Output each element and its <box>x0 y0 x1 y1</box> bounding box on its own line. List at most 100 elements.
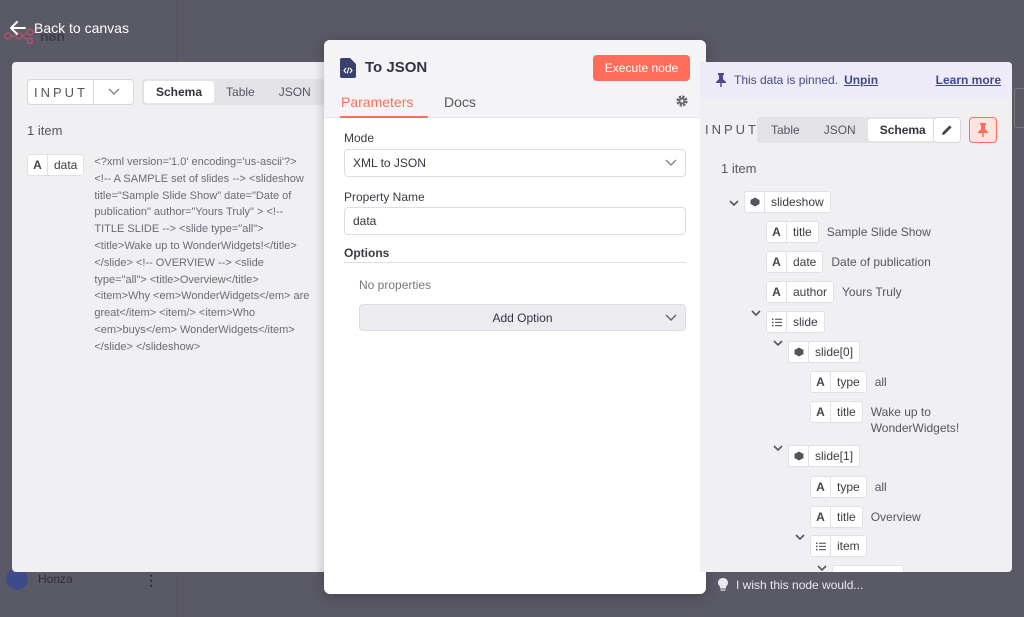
chevron-down-icon[interactable] <box>728 197 740 209</box>
output-selector-label: INPUT <box>705 122 759 137</box>
arrow-left-icon <box>10 21 26 35</box>
execute-node-button[interactable]: Execute node <box>593 55 690 81</box>
chevron-down-icon[interactable] <box>750 307 762 319</box>
tab-docs[interactable]: Docs <box>444 94 476 116</box>
text-type-icon: A <box>767 282 787 302</box>
text-type-icon: A <box>811 507 831 527</box>
tree-row-slide-1-type: A type all <box>810 476 887 498</box>
tab-parameters[interactable]: Parameters <box>340 94 428 118</box>
pencil-icon <box>942 125 952 135</box>
input-node-select[interactable]: INPUT <box>27 79 134 105</box>
tree-row-slide: slide <box>766 311 833 333</box>
tree-pill-slideshow[interactable]: slideshow <box>744 191 831 213</box>
tree-pill-title[interactable]: A title <box>766 221 819 243</box>
mode-select[interactable]: XML to JSON <box>344 149 686 177</box>
learn-more-link[interactable]: Learn more <box>936 73 1001 87</box>
user-name: Honza <box>38 572 73 586</box>
output-tab-schema[interactable]: Schema <box>867 119 938 141</box>
input-field-pill[interactable]: A data <box>27 154 85 176</box>
tree-pill-slide-0[interactable]: slide[0] <box>788 341 861 363</box>
tree-row-slide-1: slide[1] <box>788 445 868 467</box>
tree-pill-type[interactable]: A type <box>810 371 867 393</box>
input-tab-schema[interactable]: Schema <box>144 81 215 103</box>
node-header: To JSON Execute node Parameters Docs <box>324 40 706 118</box>
tree-pill-author[interactable]: A author <box>766 281 835 303</box>
tree-name: slide[0] <box>815 345 854 359</box>
chevron-down-icon[interactable] <box>772 337 784 349</box>
feedback-prompt[interactable]: I wish this node would... <box>718 578 863 592</box>
chevron-down-icon <box>94 88 133 96</box>
tree-name: slide[1] <box>815 449 854 463</box>
tree-name: title <box>837 405 856 419</box>
chevron-down-icon[interactable] <box>816 562 828 572</box>
no-properties-text: No properties <box>359 278 432 292</box>
object-icon <box>745 192 765 212</box>
lightbulb-icon <box>718 578 728 591</box>
tree-row-slideshow: slideshow <box>744 191 839 213</box>
tree-pill-type[interactable]: A type <box>810 476 867 498</box>
tree-value: Sample Slide Show <box>826 225 931 239</box>
node-title: To JSON <box>365 59 428 76</box>
tree-name: type <box>837 375 860 389</box>
kebab-menu-icon[interactable]: ⋮ <box>144 572 158 589</box>
property-name-value: data <box>353 214 377 228</box>
tree-value: Date of publication <box>831 255 931 269</box>
add-option-button[interactable]: Add Option <box>359 304 686 331</box>
feedback-label: I wish this node would... <box>736 578 864 592</box>
tree-row-title: A title Sample Slide Show <box>766 221 931 243</box>
text-type-icon: A <box>767 252 787 272</box>
tree-row-author: A author Yours Truly <box>766 281 902 303</box>
edit-output-button[interactable] <box>933 117 961 143</box>
back-to-canvas-label: Back to canvas <box>34 20 129 36</box>
property-name-input[interactable]: data <box>344 207 686 235</box>
output-tab-json[interactable]: JSON <box>812 119 868 141</box>
tree-pill-item[interactable]: item <box>810 535 867 557</box>
pinned-text: This data is pinned. <box>734 73 839 87</box>
chevron-down-icon[interactable] <box>772 442 784 454</box>
pin-icon <box>716 73 726 87</box>
tree-row-slide-0: slide[0] <box>788 341 868 363</box>
tree-pill-date[interactable]: A date <box>766 251 824 273</box>
back-to-canvas-link[interactable]: Back to canvas <box>10 20 129 36</box>
mode-label: Mode <box>344 131 375 145</box>
object-icon <box>789 342 809 362</box>
tree-row-slide-1-title: A title Overview <box>810 506 921 528</box>
options-title: Options <box>344 246 390 260</box>
pin-data-button[interactable] <box>969 117 997 143</box>
tree-pill-slide[interactable]: slide <box>766 311 825 333</box>
input-tab-table[interactable]: Table <box>214 81 267 103</box>
tree-name: slideshow <box>771 195 824 209</box>
text-type-icon: A <box>811 402 831 422</box>
input-select-label: INPUT <box>28 80 94 104</box>
tree-name: author <box>793 285 828 299</box>
tree-name: item <box>837 539 860 553</box>
tree-pill-title[interactable]: A title <box>810 401 863 423</box>
tree-pill-title[interactable]: A title <box>810 506 863 528</box>
gear-icon[interactable] <box>675 94 689 108</box>
object-icon <box>789 446 809 466</box>
tree-name: date <box>793 255 817 269</box>
text-type-icon: A <box>767 222 787 242</box>
text-type-icon: A <box>811 477 831 497</box>
tree-name: title <box>793 225 812 239</box>
tree-row-slide-0-type: A type all <box>810 371 887 393</box>
input-field-row: A data <?xml version='1.0' encoding='us-… <box>27 154 312 356</box>
tree-name: type <box>837 480 860 494</box>
mode-select-value: XML to JSON <box>353 156 426 170</box>
node-settings-panel: To JSON Execute node Parameters Docs Mod… <box>324 40 706 594</box>
tree-pill-slide-1[interactable]: slide[1] <box>788 445 861 467</box>
unpin-link[interactable]: Unpin <box>844 73 878 87</box>
output-view-toggle: Table JSON Schema <box>757 117 940 143</box>
input-tab-json[interactable]: JSON <box>267 81 323 103</box>
input-item-count: 1 item <box>27 123 63 138</box>
chevron-down-icon[interactable] <box>794 531 806 543</box>
options-divider <box>344 262 686 263</box>
chevron-down-icon <box>665 159 677 167</box>
input-field-value: <?xml version='1.0' encoding='us-ascii'?… <box>94 156 310 353</box>
input-view-toggle: Schema Table JSON <box>142 79 325 105</box>
output-tab-table[interactable]: Table <box>759 119 812 141</box>
canvas-edge-control <box>1014 88 1024 128</box>
tree-name: slide <box>793 315 818 329</box>
tree-pill-clipped[interactable] <box>832 565 904 572</box>
output-panel: This data is pinned. Unpin Learn more IN… <box>700 62 1012 572</box>
